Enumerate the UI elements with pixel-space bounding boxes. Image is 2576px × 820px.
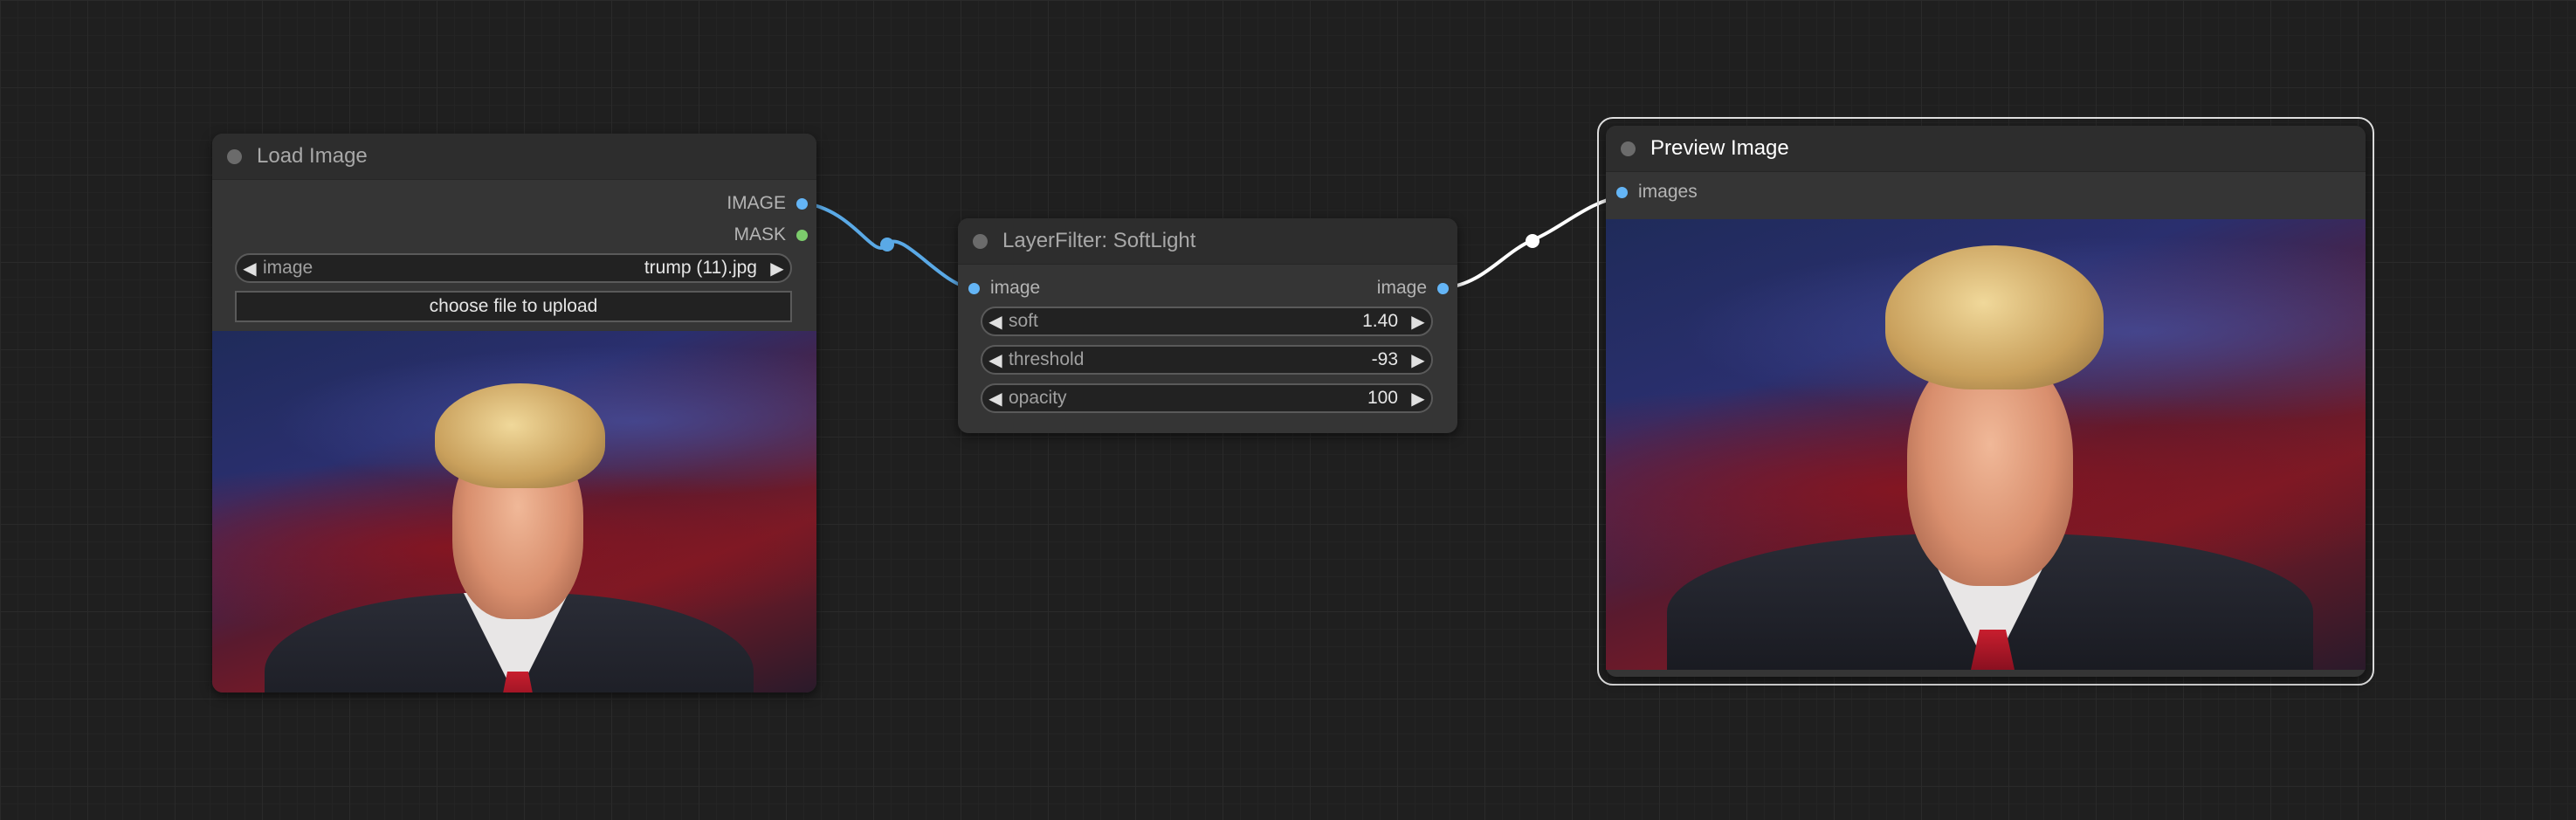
collapse-dot-icon[interactable] — [973, 233, 988, 249]
preview-output-image — [1606, 219, 2366, 670]
opacity-number-widget[interactable]: ◀ opacity 100 ▶ — [981, 383, 1433, 413]
input-dot-icon[interactable] — [1616, 186, 1628, 198]
upload-button[interactable]: choose file to upload — [235, 291, 792, 322]
collapse-dot-icon[interactable] — [227, 148, 242, 164]
widget-value: 1.40 — [1362, 311, 1398, 331]
node-title: Load Image — [257, 144, 368, 168]
node-title-bar[interactable]: Preview Image — [1606, 126, 2366, 172]
input-dot-icon[interactable] — [968, 282, 980, 294]
output-dot-icon[interactable] — [1437, 282, 1449, 294]
output-dot-icon[interactable] — [796, 197, 808, 210]
image-preview — [212, 331, 816, 693]
output-label-image: image — [1376, 278, 1427, 298]
output-slot-mask[interactable]: MASK — [734, 224, 808, 245]
left-arrow-icon[interactable]: ◀ — [982, 388, 1009, 410]
widget-label: opacity — [1009, 388, 1067, 408]
right-arrow-icon[interactable]: ▶ — [1405, 349, 1431, 371]
right-arrow-icon[interactable]: ▶ — [1405, 388, 1431, 410]
soft-number-widget[interactable]: ◀ soft 1.40 ▶ — [981, 307, 1433, 336]
output-slot-image[interactable]: image — [1377, 278, 1449, 299]
input-slot-images[interactable]: images — [1616, 182, 1698, 203]
input-label-image: image — [990, 278, 1041, 298]
widget-value: trump (11).jpg — [644, 258, 757, 278]
right-arrow-icon[interactable]: ▶ — [764, 258, 790, 279]
input-slot-image[interactable]: image — [968, 278, 1040, 299]
output-label-mask: MASK — [734, 224, 786, 245]
widget-label: threshold — [1009, 349, 1085, 369]
widget-label: image — [263, 258, 313, 278]
preview-image-node[interactable]: Preview Image images — [1606, 126, 2366, 677]
right-arrow-icon[interactable]: ▶ — [1405, 311, 1431, 333]
node-title: Preview Image — [1650, 136, 1789, 160]
widget-value: 100 — [1367, 388, 1398, 408]
node-title-bar[interactable]: Load Image — [212, 134, 816, 180]
left-arrow-icon[interactable]: ◀ — [237, 258, 263, 279]
output-dot-icon[interactable] — [796, 229, 808, 241]
softlight-node[interactable]: LayerFilter: SoftLight image image ◀ sof… — [958, 218, 1457, 433]
node-title: LayerFilter: SoftLight — [1002, 229, 1196, 252]
input-label-images: images — [1638, 182, 1698, 202]
left-arrow-icon[interactable]: ◀ — [982, 349, 1009, 371]
left-arrow-icon[interactable]: ◀ — [982, 311, 1009, 333]
threshold-number-widget[interactable]: ◀ threshold -93 ▶ — [981, 345, 1433, 375]
load-image-node[interactable]: Load Image IMAGE MASK ◀ image trump (11)… — [212, 134, 816, 693]
widget-value: -93 — [1371, 349, 1398, 369]
widget-label: soft — [1009, 311, 1038, 331]
collapse-dot-icon[interactable] — [1621, 141, 1636, 156]
output-label-image: IMAGE — [727, 193, 786, 213]
node-title-bar[interactable]: LayerFilter: SoftLight — [958, 218, 1457, 265]
output-slot-image[interactable]: IMAGE — [727, 193, 808, 214]
image-combo-widget[interactable]: ◀ image trump (11).jpg ▶ — [235, 253, 792, 283]
